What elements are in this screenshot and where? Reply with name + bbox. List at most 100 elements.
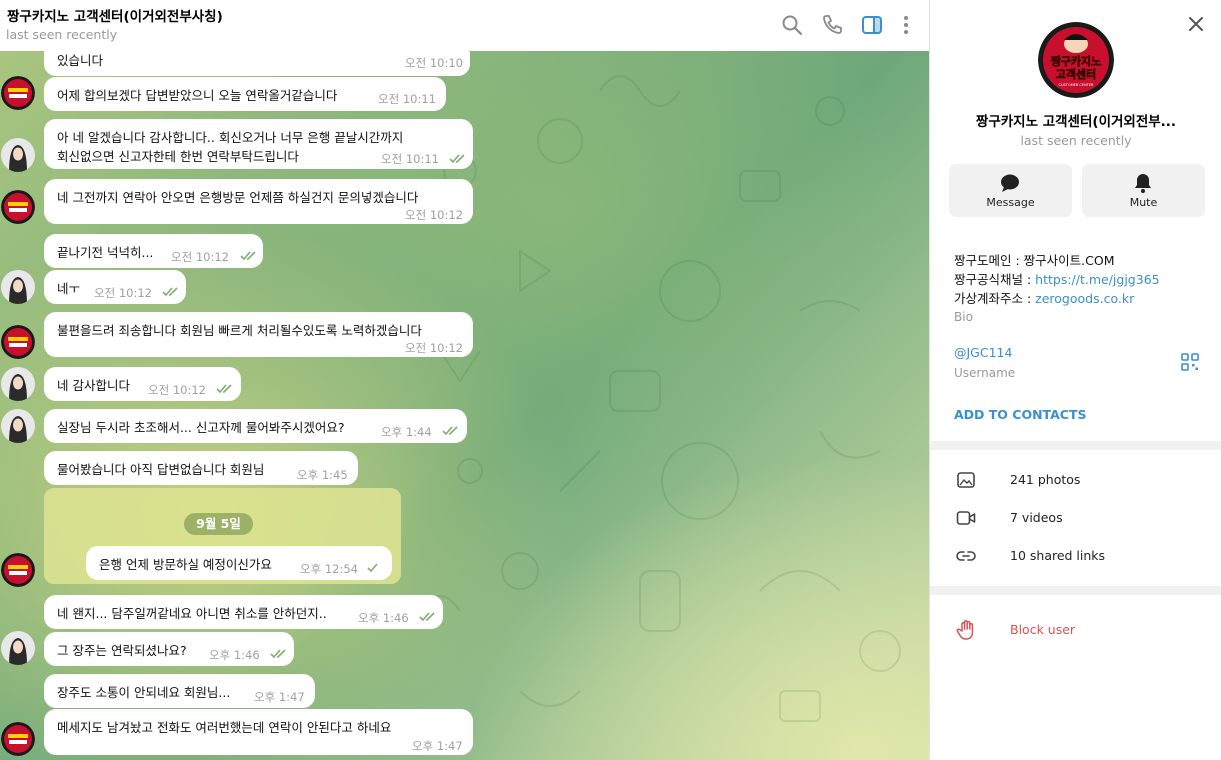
message-text: 네ㅜ (57, 281, 81, 296)
message-text: 불편을드려 죄송합니다 회원님 빠르게 처리될수있도록 노력하겠습니다 (57, 323, 422, 338)
videos-count: 7 videos (1010, 510, 1063, 525)
profile-panel: 짱구카지노 고객센터 CUSTOMER CENTER 짱구카지노 고객센터(이거… (929, 0, 1221, 760)
profile-status: last seen recently (1020, 133, 1132, 148)
read-check-icon (449, 154, 467, 164)
message-time: 오전 10:12 (405, 208, 463, 222)
sender-avatar-logo[interactable] (1, 325, 35, 359)
video-icon (956, 508, 976, 528)
message-text: 장주도 소통이 안되네요 회원님... (57, 685, 231, 700)
sender-avatar-logo[interactable] (1, 722, 35, 756)
bio-line-account: 가상계좌주소 : zerogoods.co.kr (954, 288, 1134, 307)
bio-link[interactable]: zerogoods.co.kr (1035, 291, 1134, 306)
close-icon[interactable] (1187, 15, 1205, 33)
sender-avatar-photo[interactable] (1, 138, 35, 172)
message-text: 은행 언제 방문하실 예정이신가요 (99, 557, 272, 572)
sender-avatar-logo[interactable] (1, 190, 35, 224)
divider (930, 441, 1221, 450)
chat-title[interactable]: 짱구카지노 고객센터(이거외전부사칭) (7, 5, 223, 25)
message-time: 오전 10:11 (381, 152, 439, 166)
sender-avatar-logo[interactable] (1, 553, 35, 587)
bio-label: 짱구도메인 : (954, 253, 1024, 268)
phone-icon[interactable] (820, 13, 844, 37)
block-user-label: Block user (1010, 622, 1076, 637)
mute-button-label: Mute (1129, 196, 1158, 209)
message-bubble[interactable]: 물어봤습니다 아직 답변없습니다 회원님 오후 1:45 (44, 451, 358, 485)
bio-line-channel: 짱구공식채널 : https://t.me/jgjg365 (954, 269, 1160, 288)
shared-links-row[interactable]: 10 shared links (930, 537, 1221, 575)
bio-line-domain: 짱구도메인 : 짱구사이트.COM (954, 250, 1115, 269)
message-text: 아 네 알겠습니다 감사합니다.. 회신오거나 너무 은행 끝날시간까지 (57, 130, 404, 145)
message-text: 메세지도 남겨놨고 전화도 여러번했는데 연락이 안된다고 하네요 (57, 720, 392, 735)
message-text: 어제 합의보겠다 답변받았으니 오늘 연락올거같습니다 (57, 88, 338, 103)
shared-videos-row[interactable]: 7 videos (930, 499, 1221, 537)
message-text: 물어봤습니다 아직 답변없습니다 회원님 (57, 462, 265, 477)
chat-bubble-icon (999, 172, 1021, 194)
message-text: 실장님 두시라 초조해서... 신고자께 물어봐주시겠어요? (57, 420, 345, 435)
message-bubble[interactable]: 네 감사합니다 오전 10:12 (44, 367, 241, 401)
message-text: 네 감사합니다 (57, 378, 130, 393)
block-user-button[interactable]: Block user (930, 611, 1221, 649)
bio-link[interactable]: https://t.me/jgjg365 (1035, 272, 1159, 287)
message-bubble[interactable]: 장주도 소통이 안되네요 회원님... 오후 1:47 (44, 674, 315, 708)
qr-code-icon[interactable] (1181, 353, 1199, 371)
profile-avatar[interactable]: 짱구카지노 고객센터 CUSTOMER CENTER (1038, 22, 1114, 98)
shared-photos-row[interactable]: 241 photos (930, 461, 1221, 499)
message-bubble[interactable]: 그 장주는 연락되셨나요? 오후 1:46 (44, 632, 294, 666)
more-vert-icon[interactable] (894, 13, 918, 37)
read-check-icon (419, 612, 437, 622)
message-bubble[interactable]: 은행 언제 방문하실 예정이신가요 오후 12:54 (86, 546, 392, 580)
message-text-line2: 회신없으면 신고자한테 한번 연락부탁드립니다 (57, 149, 299, 164)
message-time: 오후 1:44 (381, 425, 432, 439)
message-time: 오전 10:12 (405, 341, 463, 355)
message-bubble[interactable]: 네 왠지... 담주일꺼같네요 아니면 취소를 안하던지.. 오후 1:46 (44, 595, 443, 629)
read-check-icon (270, 649, 288, 659)
message-time: 오후 1:47 (254, 690, 305, 704)
logo-text-top: 짱구카지노 (1051, 54, 1102, 68)
search-icon[interactable] (780, 13, 804, 37)
message-time: 오전 10:12 (148, 383, 206, 397)
message-bubble[interactable]: 실장님 두시라 초조해서... 신고자께 물어봐주시겠어요? 오후 1:44 (44, 409, 467, 443)
chat-header: 짱구카지노 고객센터(이거외전부사칭) last seen recently (0, 0, 929, 51)
message-button[interactable]: Message (949, 164, 1072, 217)
read-check-icon (162, 287, 180, 297)
message-bubble[interactable]: 네ㅜ 오전 10:12 (44, 270, 186, 304)
username-caption: Username (954, 366, 1016, 380)
message-bubble[interactable]: 아 네 알겠습니다 감사합니다.. 회신오거나 너무 은행 끝날시간까지 회신없… (44, 119, 473, 169)
message-time: 오후 1:46 (209, 648, 260, 662)
bio-caption: Bio (954, 310, 973, 324)
sender-avatar-photo[interactable] (1, 631, 35, 665)
message-text: 그 장주는 연락되셨나요? (57, 643, 187, 658)
sender-avatar-photo[interactable] (1, 409, 35, 443)
message-time: 오후 12:54 (300, 562, 358, 576)
profile-name: 짱구카지노 고객센터(이거외전부... (975, 114, 1177, 130)
read-check-icon (442, 426, 460, 436)
message-bubble[interactable]: 네 그전까지 연락아 안오면 은행방문 언제쯤 하실건지 문의넣겠습니다 오전 … (44, 179, 473, 224)
bio-label: 가상계좌주소 : (954, 291, 1036, 306)
bell-icon (1132, 172, 1154, 194)
sender-avatar-photo[interactable] (1, 367, 35, 401)
logo-caption: CUSTOMER CENTER (1059, 83, 1095, 87)
link-icon (956, 546, 976, 566)
message-bubble[interactable]: 불편을드려 죄송합니다 회원님 빠르게 처리될수있도록 노력하겠습니다 오전 1… (44, 312, 473, 357)
photo-icon (956, 470, 976, 490)
mute-button[interactable]: Mute (1082, 164, 1205, 217)
links-count: 10 shared links (1010, 548, 1106, 563)
username[interactable]: @JGC114 (954, 345, 1012, 360)
hand-stop-icon (956, 619, 978, 641)
message-bubble[interactable]: 메세지도 남겨놨고 전화도 여러번했는데 연락이 안된다고 하네요 오후 1:4… (44, 709, 473, 755)
add-to-contacts-button[interactable]: ADD TO CONTACTS (954, 407, 1086, 422)
read-check-icon (240, 251, 258, 261)
sender-avatar-logo[interactable] (1, 76, 35, 110)
read-check-icon (367, 563, 385, 573)
logo-text-bottom: 고객센터 (1056, 67, 1096, 81)
bio-value: 짱구사이트.COM (1023, 253, 1115, 268)
sender-avatar-photo[interactable] (1, 270, 35, 304)
message-button-label: Message (986, 196, 1035, 209)
chat-status: last seen recently (6, 27, 118, 42)
message-text: 끝나기전 넉넉히... (57, 245, 154, 260)
message-time: 오전 10:10 (405, 56, 463, 70)
read-check-icon (216, 384, 234, 394)
message-bubble[interactable]: 어제 합의보겠다 답변받았으니 오늘 연락올거같습니다 오전 10:11 (44, 77, 446, 111)
message-bubble[interactable]: 끝나기전 넉넉히... 오전 10:12 (44, 234, 263, 268)
sidebar-toggle-icon[interactable] (860, 13, 884, 37)
